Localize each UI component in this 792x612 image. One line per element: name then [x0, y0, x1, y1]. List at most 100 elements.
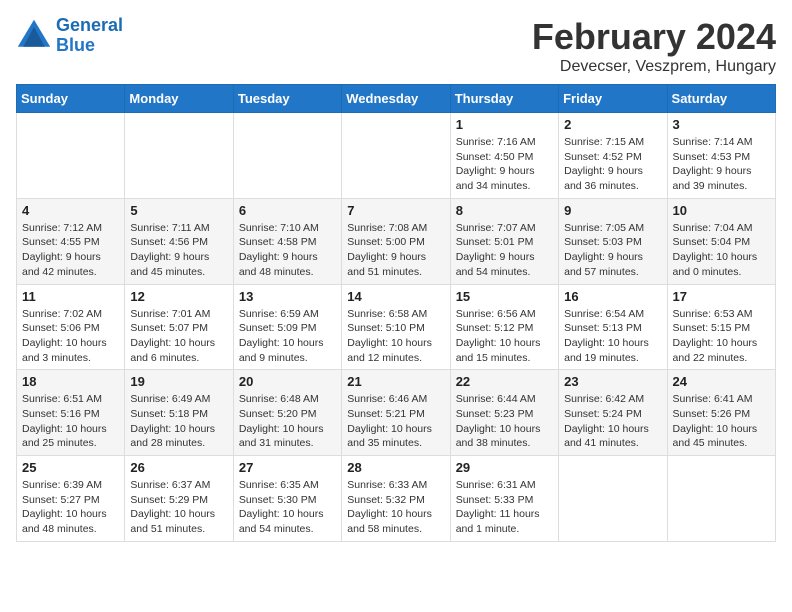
day-number: 10	[673, 203, 770, 218]
day-info: Sunrise: 6:49 AMSunset: 5:18 PMDaylight:…	[130, 392, 227, 451]
calendar-cell: 20 Sunrise: 6:48 AMSunset: 5:20 PMDayligh…	[233, 370, 341, 456]
calendar-cell: 16 Sunrise: 6:54 AMSunset: 5:13 PMDayligh…	[559, 284, 667, 370]
calendar-cell: 10 Sunrise: 7:04 AMSunset: 5:04 PMDayligh…	[667, 198, 775, 284]
day-info: Sunrise: 6:58 AMSunset: 5:10 PMDaylight:…	[347, 307, 444, 366]
calendar-cell: 23 Sunrise: 6:42 AMSunset: 5:24 PMDayligh…	[559, 370, 667, 456]
logo-text: General Blue	[56, 16, 123, 56]
day-info: Sunrise: 6:31 AMSunset: 5:33 PMDaylight:…	[456, 478, 553, 537]
day-number: 9	[564, 203, 661, 218]
day-info: Sunrise: 6:53 AMSunset: 5:15 PMDaylight:…	[673, 307, 770, 366]
day-info: Sunrise: 7:16 AMSunset: 4:50 PMDaylight:…	[456, 135, 553, 194]
day-number: 3	[673, 117, 770, 132]
day-info: Sunrise: 7:02 AMSunset: 5:06 PMDaylight:…	[22, 307, 119, 366]
weekday-header-tuesday: Tuesday	[233, 85, 341, 113]
day-info: Sunrise: 6:48 AMSunset: 5:20 PMDaylight:…	[239, 392, 336, 451]
logo: General Blue	[16, 16, 123, 56]
calendar-cell: 18 Sunrise: 6:51 AMSunset: 5:16 PMDayligh…	[17, 370, 125, 456]
calendar-cell: 3 Sunrise: 7:14 AMSunset: 4:53 PMDaylight…	[667, 113, 775, 199]
day-info: Sunrise: 7:12 AMSunset: 4:55 PMDaylight:…	[22, 221, 119, 280]
header: General Blue February 2024 Devecser, Ves…	[16, 16, 776, 76]
day-info: Sunrise: 6:54 AMSunset: 5:13 PMDaylight:…	[564, 307, 661, 366]
weekday-header-sunday: Sunday	[17, 85, 125, 113]
calendar-cell: 24 Sunrise: 6:41 AMSunset: 5:26 PMDayligh…	[667, 370, 775, 456]
week-row-1: 1 Sunrise: 7:16 AMSunset: 4:50 PMDaylight…	[17, 113, 776, 199]
day-number: 5	[130, 203, 227, 218]
weekday-header-wednesday: Wednesday	[342, 85, 450, 113]
day-number: 14	[347, 289, 444, 304]
day-info: Sunrise: 6:37 AMSunset: 5:29 PMDaylight:…	[130, 478, 227, 537]
week-row-4: 18 Sunrise: 6:51 AMSunset: 5:16 PMDayligh…	[17, 370, 776, 456]
calendar-cell: 8 Sunrise: 7:07 AMSunset: 5:01 PMDaylight…	[450, 198, 558, 284]
calendar-cell: 13 Sunrise: 6:59 AMSunset: 5:09 PMDayligh…	[233, 284, 341, 370]
day-number: 19	[130, 374, 227, 389]
day-number: 20	[239, 374, 336, 389]
day-info: Sunrise: 7:01 AMSunset: 5:07 PMDaylight:…	[130, 307, 227, 366]
calendar-cell	[125, 113, 233, 199]
day-number: 29	[456, 460, 553, 475]
title-section: February 2024 Devecser, Veszprem, Hungar…	[532, 16, 776, 76]
day-number: 24	[673, 374, 770, 389]
week-row-2: 4 Sunrise: 7:12 AMSunset: 4:55 PMDaylight…	[17, 198, 776, 284]
day-number: 8	[456, 203, 553, 218]
day-info: Sunrise: 6:35 AMSunset: 5:30 PMDaylight:…	[239, 478, 336, 537]
day-info: Sunrise: 6:39 AMSunset: 5:27 PMDaylight:…	[22, 478, 119, 537]
calendar-cell: 5Sunrise: 7:11 AMSunset: 4:56 PMDaylight…	[125, 198, 233, 284]
calendar-cell: 12 Sunrise: 7:01 AMSunset: 5:07 PMDayligh…	[125, 284, 233, 370]
calendar-cell	[559, 456, 667, 542]
day-info: Sunrise: 6:33 AMSunset: 5:32 PMDaylight:…	[347, 478, 444, 537]
calendar-cell: 1 Sunrise: 7:16 AMSunset: 4:50 PMDaylight…	[450, 113, 558, 199]
day-info: Sunrise: 6:46 AMSunset: 5:21 PMDaylight:…	[347, 392, 444, 451]
weekday-header-saturday: Saturday	[667, 85, 775, 113]
calendar-cell: 19 Sunrise: 6:49 AMSunset: 5:18 PMDayligh…	[125, 370, 233, 456]
calendar-cell: 27Sunrise: 6:35 AMSunset: 5:30 PMDayligh…	[233, 456, 341, 542]
calendar-cell	[342, 113, 450, 199]
calendar-cell: 22 Sunrise: 6:44 AMSunset: 5:23 PMDayligh…	[450, 370, 558, 456]
day-number: 22	[456, 374, 553, 389]
day-info: Sunrise: 6:59 AMSunset: 5:09 PMDaylight:…	[239, 307, 336, 366]
week-row-5: 25 Sunrise: 6:39 AMSunset: 5:27 PMDayligh…	[17, 456, 776, 542]
day-number: 13	[239, 289, 336, 304]
logo-line2: Blue	[56, 35, 95, 55]
day-info: Sunrise: 6:51 AMSunset: 5:16 PMDaylight:…	[22, 392, 119, 451]
day-number: 6	[239, 203, 336, 218]
day-number: 25	[22, 460, 119, 475]
day-number: 7	[347, 203, 444, 218]
calendar-cell: 9 Sunrise: 7:05 AMSunset: 5:03 PMDaylight…	[559, 198, 667, 284]
day-number: 18	[22, 374, 119, 389]
calendar-cell: 28 Sunrise: 6:33 AMSunset: 5:32 PMDayligh…	[342, 456, 450, 542]
logo-line1: General	[56, 15, 123, 35]
day-number: 12	[130, 289, 227, 304]
day-number: 21	[347, 374, 444, 389]
calendar-cell: 21 Sunrise: 6:46 AMSunset: 5:21 PMDayligh…	[342, 370, 450, 456]
day-info: Sunrise: 6:42 AMSunset: 5:24 PMDaylight:…	[564, 392, 661, 451]
day-number: 1	[456, 117, 553, 132]
calendar-cell	[17, 113, 125, 199]
day-number: 23	[564, 374, 661, 389]
day-info: Sunrise: 7:07 AMSunset: 5:01 PMDaylight:…	[456, 221, 553, 280]
day-info: Sunrise: 7:04 AMSunset: 5:04 PMDaylight:…	[673, 221, 770, 280]
calendar-cell: 6Sunrise: 7:10 AMSunset: 4:58 PMDaylight…	[233, 198, 341, 284]
calendar-cell: 4 Sunrise: 7:12 AMSunset: 4:55 PMDaylight…	[17, 198, 125, 284]
calendar-cell: 17 Sunrise: 6:53 AMSunset: 5:15 PMDayligh…	[667, 284, 775, 370]
day-number: 28	[347, 460, 444, 475]
day-info: Sunrise: 7:08 AMSunset: 5:00 PMDaylight:…	[347, 221, 444, 280]
day-number: 4	[22, 203, 119, 218]
day-number: 26	[130, 460, 227, 475]
logo-icon	[16, 18, 52, 54]
weekday-header-thursday: Thursday	[450, 85, 558, 113]
weekday-header-monday: Monday	[125, 85, 233, 113]
day-info: Sunrise: 6:56 AMSunset: 5:12 PMDaylight:…	[456, 307, 553, 366]
weekday-header-friday: Friday	[559, 85, 667, 113]
calendar-cell: 11 Sunrise: 7:02 AMSunset: 5:06 PMDayligh…	[17, 284, 125, 370]
day-info: Sunrise: 7:05 AMSunset: 5:03 PMDaylight:…	[564, 221, 661, 280]
day-number: 11	[22, 289, 119, 304]
calendar-cell: 26 Sunrise: 6:37 AMSunset: 5:29 PMDayligh…	[125, 456, 233, 542]
calendar-cell	[233, 113, 341, 199]
day-number: 16	[564, 289, 661, 304]
day-info: Sunrise: 6:44 AMSunset: 5:23 PMDaylight:…	[456, 392, 553, 451]
day-number: 2	[564, 117, 661, 132]
day-info: Sunrise: 7:14 AMSunset: 4:53 PMDaylight:…	[673, 135, 770, 194]
calendar-table: SundayMondayTuesdayWednesdayThursdayFrid…	[16, 84, 776, 542]
day-number: 17	[673, 289, 770, 304]
day-info: Sunrise: 6:41 AMSunset: 5:26 PMDaylight:…	[673, 392, 770, 451]
